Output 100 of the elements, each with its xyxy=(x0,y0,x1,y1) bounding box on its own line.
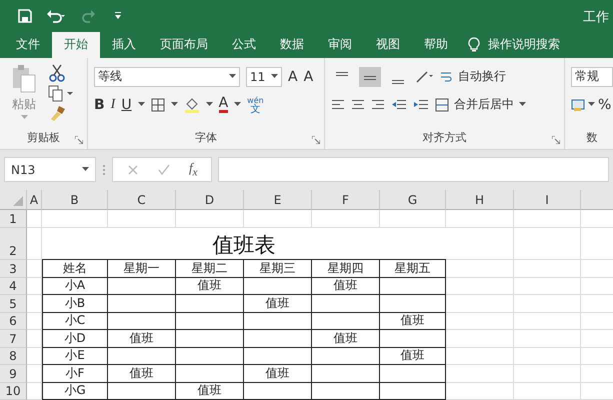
row-header[interactable]: 5 xyxy=(0,295,27,312)
grid-cell xyxy=(514,330,581,348)
column-header[interactable]: D xyxy=(176,190,244,210)
grid-cell xyxy=(446,260,514,278)
italic-button[interactable]: I xyxy=(110,96,116,113)
group-label: 数 xyxy=(586,130,598,146)
caret-icon[interactable] xyxy=(588,102,595,108)
table-cell: 星期二 xyxy=(176,260,244,278)
table-cell: 值班 xyxy=(108,330,176,348)
table-cell: 小F xyxy=(42,365,108,382)
bold-button[interactable]: B xyxy=(94,96,105,113)
table-cell xyxy=(176,295,244,312)
ribbon-tab[interactable]: 帮助 xyxy=(412,32,460,58)
row-header[interactable]: 6 xyxy=(0,312,27,330)
format-painter-icon[interactable] xyxy=(48,104,68,122)
currency-icon[interactable] xyxy=(571,98,585,112)
caret-icon[interactable] xyxy=(519,102,526,108)
row-header[interactable]: 2 xyxy=(0,228,27,260)
grow-font-button[interactable]: A xyxy=(288,68,298,85)
ribbon-tab[interactable]: 插入 xyxy=(100,32,148,58)
caret-icon[interactable] xyxy=(138,102,145,108)
column-header[interactable]: E xyxy=(244,190,312,210)
column-header[interactable]: F xyxy=(312,190,380,210)
grid-cell xyxy=(446,330,514,348)
caret-icon[interactable] xyxy=(234,102,242,108)
dialog-launcher-icon[interactable] xyxy=(75,136,83,144)
table-cell: 值班 xyxy=(312,278,380,295)
insert-function-button[interactable]: f$_{x}$ xyxy=(188,160,198,180)
ribbon-tab[interactable]: 文件 xyxy=(4,32,52,58)
font-color-button[interactable]: A xyxy=(218,96,228,114)
ribbon-tab[interactable]: 视图 xyxy=(364,32,412,58)
phonetic-button[interactable]: wén 文 xyxy=(247,96,264,114)
lightbulb-icon[interactable] xyxy=(468,36,480,53)
align-left-icon[interactable] xyxy=(331,98,345,112)
caret-icon[interactable] xyxy=(271,74,278,80)
table-cell xyxy=(380,365,446,382)
column-header[interactable]: I xyxy=(514,190,581,210)
table-cell xyxy=(176,348,244,365)
column-header[interactable]: A xyxy=(27,190,42,210)
table-cell: 星期一 xyxy=(108,260,176,278)
orientation-icon[interactable] xyxy=(415,70,433,84)
cut-icon[interactable] xyxy=(48,64,66,82)
caret-icon[interactable] xyxy=(170,102,178,108)
row-header[interactable]: 4 xyxy=(0,278,27,295)
undo-icon[interactable] xyxy=(46,8,66,23)
table-cell: 小B xyxy=(42,295,108,312)
font-size-field[interactable]: 11 xyxy=(246,66,282,87)
percent-button[interactable]: % xyxy=(598,96,612,113)
row-header[interactable]: 9 xyxy=(0,365,27,382)
align-center-icon[interactable] xyxy=(351,98,365,112)
caret-icon[interactable] xyxy=(229,74,236,80)
table-cell xyxy=(312,365,380,382)
table-cell xyxy=(380,295,446,312)
dialog-launcher-icon[interactable] xyxy=(312,136,320,144)
borders-icon[interactable] xyxy=(150,98,165,112)
name-box[interactable]: N13 xyxy=(4,157,96,182)
clipboard-icon xyxy=(11,64,37,94)
customize-icon[interactable] xyxy=(114,10,122,21)
column-header[interactable]: C xyxy=(108,190,176,210)
row-header[interactable]: 1 xyxy=(0,210,27,228)
column-header[interactable]: H xyxy=(446,190,514,210)
column-header[interactable]: B xyxy=(42,190,108,210)
row-header[interactable]: 7 xyxy=(0,330,27,348)
grid-cell xyxy=(446,210,514,228)
ribbon-tab[interactable]: 数据 xyxy=(268,32,316,58)
ribbon-tab[interactable]: 开始 xyxy=(52,32,100,58)
formula-field[interactable] xyxy=(218,157,609,182)
dialog-launcher-icon[interactable] xyxy=(552,136,560,144)
table-cell xyxy=(244,348,312,365)
save-icon[interactable] xyxy=(18,8,32,23)
row-header[interactable]: 3 xyxy=(0,260,27,278)
align-right-icon[interactable] xyxy=(371,98,385,112)
table-cell xyxy=(380,330,446,348)
shrink-font-button[interactable]: A xyxy=(304,68,314,85)
grid-cell xyxy=(27,228,42,260)
table-cell xyxy=(380,382,446,400)
ribbon-tab[interactable]: 公式 xyxy=(220,32,268,58)
wrap-text-button[interactable]: 自动换行 xyxy=(439,66,506,88)
copy-icon[interactable] xyxy=(48,84,74,102)
check-icon[interactable] xyxy=(158,164,170,176)
column-header[interactable]: G xyxy=(380,190,446,210)
tell-me-search[interactable]: 操作说明搜索 xyxy=(460,32,568,58)
font-name-field[interactable]: 等线 xyxy=(94,66,240,87)
row-header[interactable]: 8 xyxy=(0,348,27,365)
row-header[interactable]: 10 xyxy=(0,382,27,400)
caret-icon[interactable] xyxy=(206,102,213,108)
ribbon-tab[interactable]: 审阅 xyxy=(316,32,364,58)
grid-cell xyxy=(176,210,244,228)
underline-button[interactable]: U xyxy=(121,96,132,113)
increase-indent-icon[interactable] xyxy=(413,98,429,112)
merge-center-button[interactable]: 合并后居中 xyxy=(435,94,526,116)
fill-color-icon[interactable] xyxy=(184,96,200,113)
ribbon-tab[interactable]: 页面布局 xyxy=(148,32,220,58)
table-cell xyxy=(244,382,312,400)
caret-icon[interactable] xyxy=(82,167,89,172)
vertical-align-button[interactable] xyxy=(359,66,381,87)
grip-icon[interactable] xyxy=(102,164,106,176)
decrease-indent-icon[interactable] xyxy=(391,98,407,112)
table-cell: 值班 xyxy=(380,348,446,365)
number-format-field[interactable]: 常规 xyxy=(571,66,613,87)
